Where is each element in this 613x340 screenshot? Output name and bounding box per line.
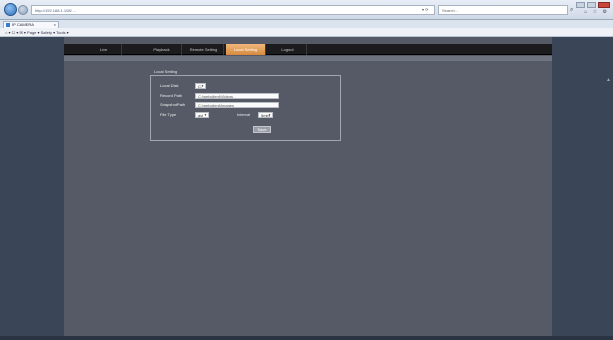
local-setting-panel <box>150 75 341 141</box>
address-bar[interactable]: http://192.168.1.108/ ... <box>31 5 435 15</box>
snapshot-path-field[interactable]: C:\webclient\Images <box>195 102 279 108</box>
scroll-up-icon[interactable]: ▲ <box>606 77 611 83</box>
maximize-icon[interactable] <box>587 2 596 8</box>
local-disk-label: Local Disk <box>160 83 179 88</box>
home-icon[interactable]: ⌂ ▾ ☐ ▾ ✉ ▾ <box>5 30 27 35</box>
command-menu[interactable]: Page ▾ Safety ▾ Tools ▾ <box>27 30 69 35</box>
search-icon[interactable]: ⌕ <box>570 5 573 15</box>
record-path-label: Record Path <box>160 93 183 98</box>
chevron-down-icon: ▼ <box>204 113 207 117</box>
file-type-select[interactable]: avi ▼ <box>195 112 209 118</box>
back-icon[interactable] <box>4 3 17 16</box>
browser-tab[interactable]: IP CAMERA × <box>3 21 59 28</box>
toolbar-icons[interactable]: ⌂ ☆ ⚙ <box>584 9 609 15</box>
save-button[interactable]: Save <box>253 126 271 133</box>
chevron-down-icon: ▼ <box>201 84 204 88</box>
nav-live[interactable]: Live <box>86 44 122 55</box>
interval-label: Interval <box>237 112 251 117</box>
forward-icon[interactable] <box>18 5 28 15</box>
tab-title: IP CAMERA <box>12 22 34 27</box>
chevron-down-icon: ▼ <box>268 113 271 117</box>
page-viewport: ▲ Live Playback Remote Setting Local Set… <box>0 37 613 340</box>
panel-title: Local Setting <box>154 69 178 74</box>
camera-web-ui: Live Playback Remote Setting Local Setti… <box>64 37 552 340</box>
search-input[interactable]: Search... <box>438 5 568 15</box>
close-icon[interactable] <box>598 2 610 8</box>
sub-header-bar <box>64 56 552 61</box>
snapshot-path-label: SnapshotPath <box>160 102 186 107</box>
file-type-value: avi <box>198 113 204 118</box>
nav-playback[interactable]: Playback <box>142 44 182 55</box>
refresh-icon[interactable]: ▾ ⟳ <box>422 5 428 15</box>
nav-logout[interactable]: Logout <box>269 44 307 55</box>
local-disk-select[interactable]: C: ▼ <box>195 83 206 89</box>
window-controls <box>576 2 610 8</box>
browser-window: http://192.168.1.108/ ... ▾ ⟳ Search... … <box>0 0 613 340</box>
taskbar-strip <box>0 336 613 340</box>
favicon-icon <box>6 23 10 27</box>
interval-select[interactable]: 5min ▼ <box>258 112 273 118</box>
top-navigation: Live Playback Remote Setting Local Setti… <box>64 44 552 55</box>
record-path-field[interactable]: C:\webclient\Videos <box>195 93 279 99</box>
minimize-icon[interactable] <box>576 2 585 8</box>
nav-local-setting[interactable]: Local Setting <box>226 44 266 55</box>
command-bar: ⌂ ▾ ☐ ▾ ✉ ▾ Page ▾ Safety ▾ Tools ▾ <box>0 28 613 37</box>
file-type-label: File Type <box>160 112 177 117</box>
nav-remote-setting[interactable]: Remote Setting <box>184 44 224 55</box>
browser-titlebar: http://192.168.1.108/ ... ▾ ⟳ Search... … <box>0 0 613 20</box>
tab-bar: IP CAMERA × <box>0 20 613 28</box>
